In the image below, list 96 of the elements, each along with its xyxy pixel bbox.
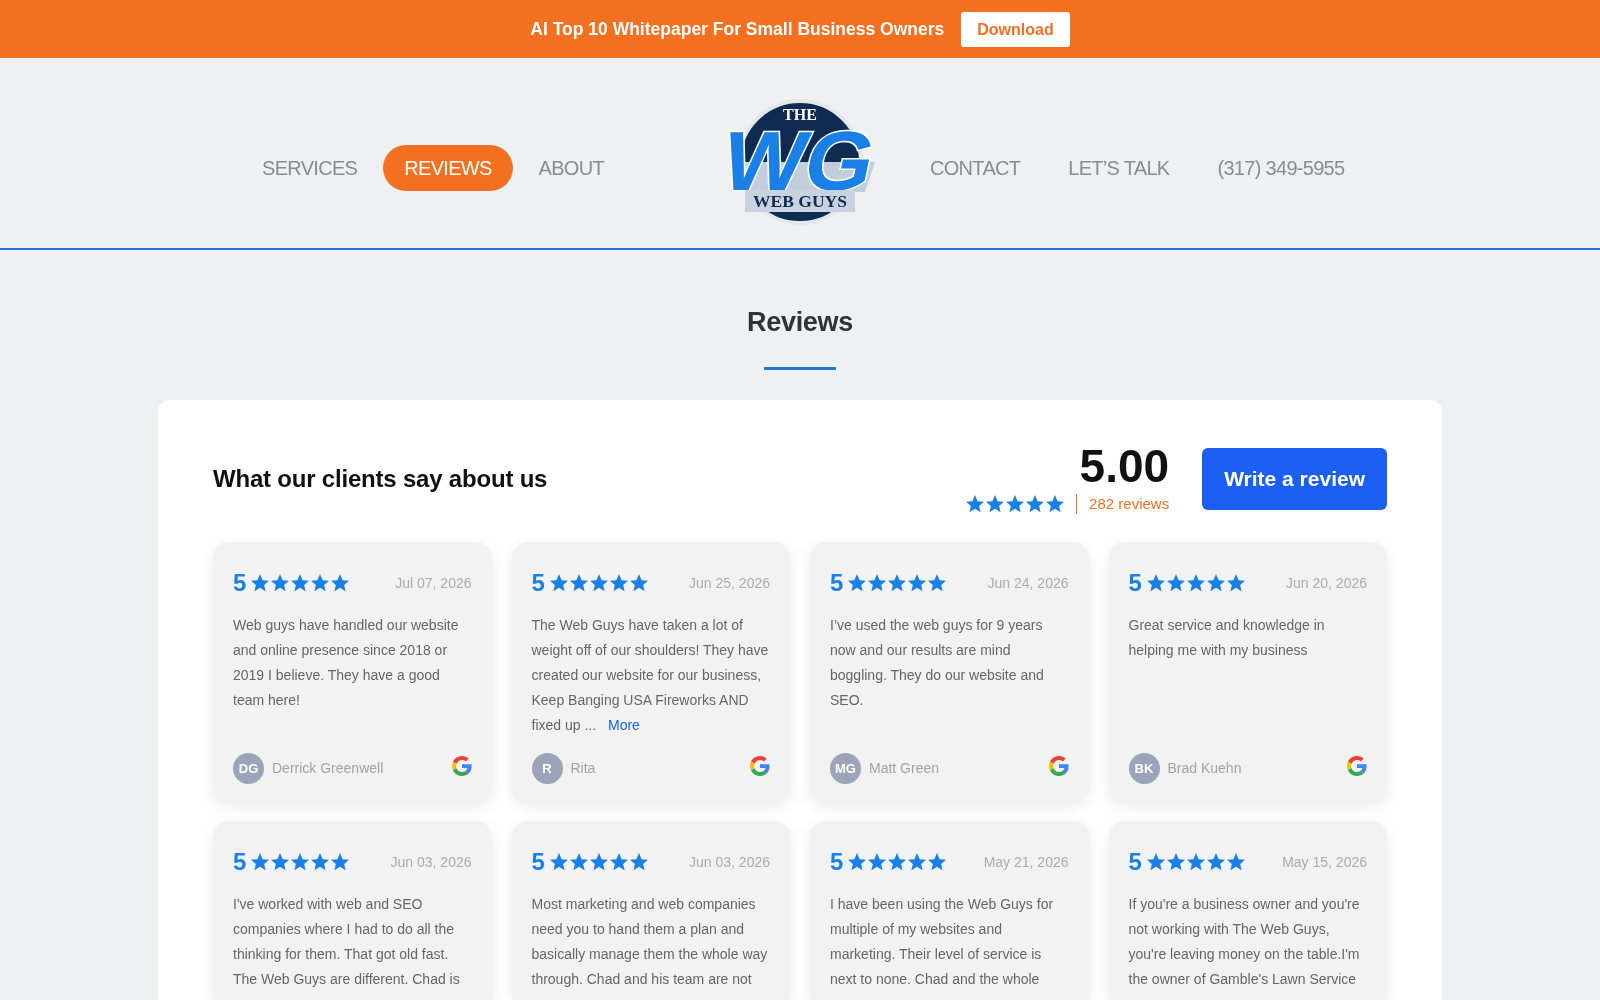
star-icon bbox=[251, 853, 270, 871]
review-date: May 21, 2026 bbox=[983, 852, 1069, 872]
star-icon bbox=[1186, 574, 1205, 592]
banner-text: AI Top 10 Whitepaper For Small Business Owners bbox=[530, 17, 945, 41]
star-icon bbox=[908, 853, 927, 871]
review-date: Jun 03, 2026 bbox=[689, 852, 770, 872]
title-underline bbox=[764, 367, 836, 370]
review-date: Jun 03, 2026 bbox=[390, 852, 472, 872]
review-date: Jun 20, 2026 bbox=[1286, 573, 1367, 593]
star-icon bbox=[549, 574, 568, 592]
rating-score: 5 bbox=[531, 849, 545, 875]
star-icon bbox=[311, 574, 330, 592]
download-button[interactable]: Download bbox=[961, 11, 1070, 47]
google-icon bbox=[750, 755, 770, 776]
star-icon bbox=[1005, 495, 1024, 513]
review-text: If you're a business owner and you're not working with The Web Guys, you're leaving money on the table.I'm the owner of Gamble's Lawn Service bbox=[1128, 895, 1361, 989]
nav-link[interactable]: CONTACT bbox=[909, 145, 1042, 191]
review-text: I've worked with web and SEO companies where I had to do all the thinking for them. That got old fast. The Web Guys are different. Chad is bbox=[233, 895, 461, 989]
google-icon bbox=[451, 755, 472, 776]
star-icon bbox=[1045, 495, 1064, 513]
star-icon bbox=[848, 574, 867, 592]
star-icon bbox=[1226, 574, 1245, 592]
google-icon bbox=[1048, 755, 1069, 776]
section-heading: What our clients say about us bbox=[213, 464, 548, 494]
star-icon bbox=[1206, 574, 1225, 592]
author-avatar: DG bbox=[233, 753, 264, 784]
star-icon bbox=[569, 853, 588, 871]
rating-score: 5 bbox=[1128, 849, 1142, 875]
star-icon bbox=[965, 495, 984, 513]
star-icon bbox=[271, 574, 290, 592]
rating-score: 5 bbox=[233, 849, 247, 875]
author-name: Derrick Greenwell bbox=[272, 759, 384, 778]
more-link[interactable]: More bbox=[608, 717, 640, 733]
star-icon bbox=[908, 574, 927, 592]
star-icon bbox=[609, 574, 628, 592]
star-icon bbox=[569, 574, 588, 592]
star-icon bbox=[331, 574, 350, 592]
review-date: Jul 07, 2026 bbox=[395, 573, 472, 593]
star-icon bbox=[1146, 574, 1165, 592]
star-icon bbox=[629, 853, 648, 871]
star-icon bbox=[1025, 495, 1044, 513]
nav-link[interactable]: LET’S TALK bbox=[1047, 145, 1191, 191]
average-score: 5.00 bbox=[1079, 442, 1170, 489]
star-icon bbox=[1206, 853, 1225, 871]
star-icon bbox=[331, 853, 350, 871]
star-icon bbox=[1166, 853, 1185, 871]
nav-link[interactable]: ABOUT bbox=[517, 145, 625, 191]
star-icon bbox=[868, 853, 887, 871]
star-icon bbox=[291, 853, 310, 871]
nav-link[interactable]: SERVICES bbox=[241, 145, 379, 191]
star-icon bbox=[251, 574, 270, 592]
star-icon bbox=[549, 853, 568, 871]
author-avatar: BK bbox=[1128, 753, 1160, 784]
google-icon bbox=[1347, 755, 1367, 776]
review-date: Jun 25, 2026 bbox=[689, 573, 770, 593]
review-text: The Web Guys have taken a lot of weight off of our shoulders! They have created our website for our business, Keep Banging USA Fireworks AND fixed up ... More bbox=[531, 616, 770, 735]
rating-score: 5 bbox=[830, 570, 844, 596]
star-icon bbox=[928, 853, 947, 871]
nav-link[interactable]: (317) 349-5955 bbox=[1196, 145, 1366, 191]
star-icon bbox=[888, 853, 907, 871]
star-icon bbox=[868, 574, 887, 592]
star-icon bbox=[888, 574, 907, 592]
star-icon bbox=[1226, 853, 1245, 871]
rating-score: 5 bbox=[830, 849, 844, 875]
write-review-button[interactable]: Write a review bbox=[1202, 448, 1387, 510]
author-avatar: MG bbox=[830, 753, 861, 784]
star-icon bbox=[271, 853, 290, 871]
star-icon bbox=[311, 853, 330, 871]
rating-score: 5 bbox=[233, 570, 247, 596]
rating-score: 5 bbox=[531, 570, 545, 596]
review-count: 282 reviews bbox=[1089, 493, 1170, 514]
star-icon bbox=[589, 574, 608, 592]
review-date: Jun 24, 2026 bbox=[987, 573, 1069, 593]
nav-link[interactable]: REVIEWS bbox=[383, 145, 513, 191]
star-icon bbox=[985, 495, 1004, 513]
page-title: Reviews bbox=[747, 306, 853, 338]
rating-score: 5 bbox=[1128, 570, 1142, 596]
author-name: Rita bbox=[570, 759, 596, 778]
star-icon bbox=[848, 853, 867, 871]
star-icon bbox=[629, 574, 648, 592]
author-avatar: R bbox=[531, 753, 563, 784]
review-text: Web guys have handled our website and online presence since 2018 or 2019 I believe. They have a good team here! bbox=[233, 616, 460, 710]
author-name: Brad Kuehn bbox=[1167, 759, 1242, 778]
star-icon bbox=[1146, 853, 1165, 871]
star-icon bbox=[1166, 574, 1185, 592]
star-icon bbox=[291, 574, 310, 592]
review-date: May 15, 2026 bbox=[1282, 852, 1367, 872]
star-icon bbox=[1186, 853, 1205, 871]
star-icon bbox=[589, 853, 608, 871]
review-text: Great service and knowledge in helping me with my business bbox=[1128, 616, 1326, 660]
star-icon bbox=[609, 853, 628, 871]
review-text: Most marketing and web companies need you to hand them a plan and basically manage them the whole way through. Chad and his team are not bbox=[531, 895, 769, 989]
review-text: I have been using the Web Guys for multiple of my websites and marketing. Their level of service is next to none. Chad and the whole bbox=[830, 895, 1055, 989]
star-icon bbox=[928, 574, 947, 592]
review-text: I’ve used the web guys for 9 years now and our results are mind boggling. They do our website and SEO. bbox=[830, 616, 1045, 710]
author-name: Matt Green bbox=[869, 759, 940, 778]
